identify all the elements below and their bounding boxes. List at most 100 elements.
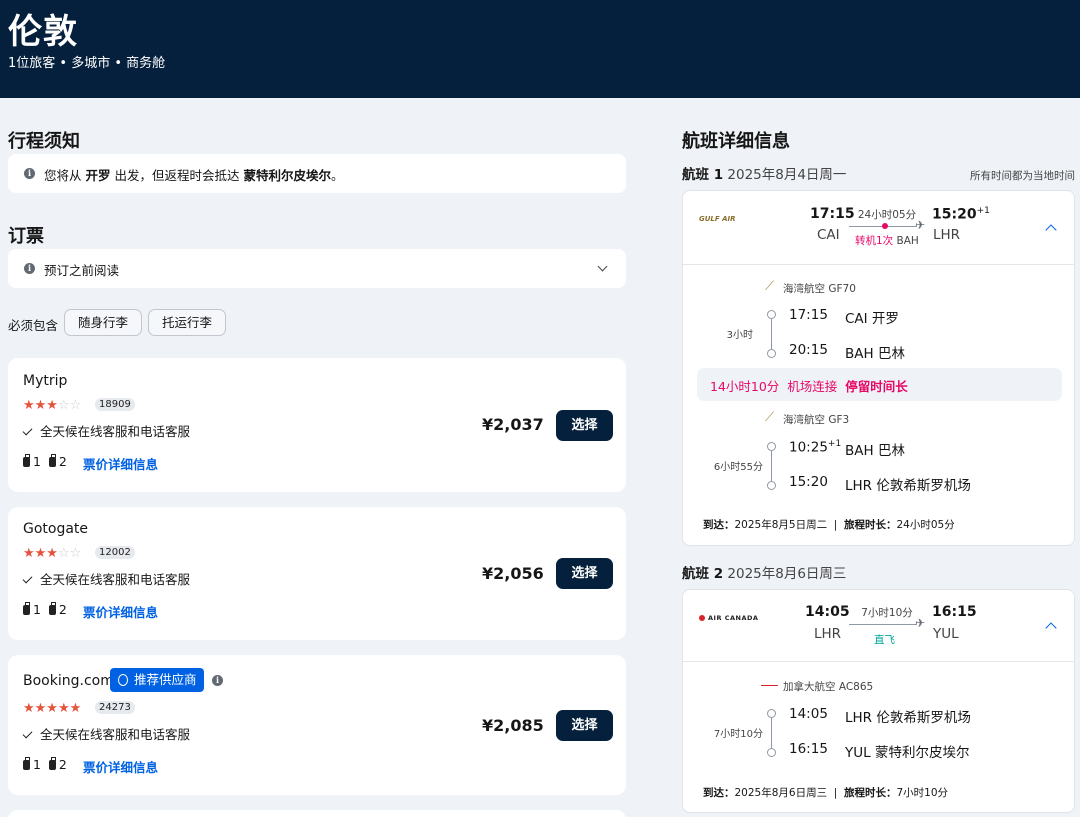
- notice-destination: 蒙特利尔皮埃尔: [243, 168, 331, 183]
- flight-1-title: 航班 1 2025年8月4日周一: [682, 167, 847, 183]
- info-icon: i: [24, 263, 35, 274]
- provider-name: Gotogate: [23, 521, 89, 537]
- gulf-air-icon: ⟋: [765, 410, 775, 425]
- segment-airline: 海湾航空 GF3: [783, 414, 850, 426]
- info-icon[interactable]: i: [212, 675, 223, 686]
- segment-arr-place: YUL 蒙特利尔皮埃尔: [845, 745, 970, 761]
- chevron-down-icon: [597, 261, 608, 272]
- segment-airline: 加拿大航空 AC865: [783, 681, 874, 693]
- check-icon: [22, 425, 33, 436]
- flight-2-title: 航班 2 2025年8月6日周三: [682, 566, 847, 582]
- destination-title: 伦敦: [8, 12, 78, 52]
- notice-suffix: 。: [330, 168, 344, 183]
- notice-origin: 开罗: [85, 168, 111, 183]
- timeline-dot: [767, 349, 776, 358]
- stops-info: 转机1次 BAH: [855, 235, 919, 247]
- provider-name: Booking.com: [23, 673, 114, 689]
- read-before-label: 预订之前阅读: [44, 263, 120, 278]
- select-button[interactable]: 选择: [556, 410, 613, 441]
- fare-details-link[interactable]: 票价详细信息: [83, 602, 158, 621]
- bag-allowance: 1 2: [23, 454, 67, 469]
- local-time-note: 所有时间都为当地时间: [970, 170, 1075, 182]
- fare-details-link[interactable]: 票价详细信息: [83, 454, 158, 473]
- arrival-summary: 到达：2025年8月5日周二 | 旅程时长：24小时05分: [703, 519, 955, 531]
- timeline-line: [771, 718, 772, 748]
- flight-1-summary[interactable]: GULF AIR 17:15 CAI 24小时05分 ✈ 转机1次 BAH 15…: [683, 191, 1074, 265]
- flight-2-summary[interactable]: AIR CANADA 14:05 LHR 7小时10分 ✈ 直飞 16:15 Y…: [683, 590, 1074, 662]
- route-line: [849, 624, 917, 625]
- carry-on-bag-icon: [23, 757, 30, 770]
- depart-time: 14:05: [805, 604, 850, 620]
- segment-arr-place: BAH 巴林: [845, 346, 905, 362]
- segment-dep-place: BAH 巴林: [845, 443, 905, 459]
- timeline-line: [771, 319, 772, 349]
- segment-dep-time: 17:15: [789, 307, 828, 323]
- checked-bag-icon: [48, 602, 56, 615]
- timeline-dot: [767, 310, 776, 319]
- flight-1-card: GULF AIR 17:15 CAI 24小时05分 ✈ 转机1次 BAH 15…: [682, 190, 1075, 546]
- bag-allowance: 1 2: [23, 757, 67, 772]
- plane-icon: ✈: [915, 616, 926, 630]
- stop-dot: [882, 223, 888, 229]
- chevron-up-icon[interactable]: [1045, 622, 1057, 634]
- segment-arr-time: 15:20: [789, 474, 828, 490]
- arrive-code: LHR: [933, 227, 961, 243]
- review-count: 18909: [95, 398, 135, 411]
- segment-airline: 海湾航空 GF70: [783, 283, 856, 295]
- checked-bag-icon: [48, 454, 56, 467]
- flight-duration: 24小时05分: [857, 209, 917, 221]
- check-icon: [22, 728, 33, 739]
- flight-details-heading: 航班详细信息: [682, 131, 790, 152]
- arrive-time: 16:15: [932, 604, 977, 620]
- arrive-time: 15:20+1: [932, 206, 990, 223]
- rating-stars: ★★★☆☆: [23, 546, 82, 561]
- segment-arr-time: 16:15: [789, 741, 828, 757]
- read-before-booking-dropdown[interactable]: i 预订之前阅读: [8, 249, 626, 288]
- plane-icon: ✈: [915, 218, 926, 232]
- timeline-dot: [767, 481, 776, 490]
- gulf-air-logo: GULF AIR: [699, 215, 736, 223]
- stops-info: 直飞: [874, 634, 895, 646]
- segment-dep-place: CAI 开罗: [845, 311, 899, 327]
- offer-price: ¥2,085: [482, 716, 544, 735]
- flight-2-card: AIR CANADA 14:05 LHR 7小时10分 ✈ 直飞 16:15 Y…: [682, 589, 1075, 813]
- segment-duration: 6小时55分: [713, 462, 763, 473]
- rating-stars: ★★★★★: [23, 701, 82, 716]
- filter-checked-bag[interactable]: 托运行李: [148, 309, 226, 336]
- checked-bag-icon: [48, 757, 56, 770]
- service-info: 全天候在线客服和电话客服: [22, 724, 190, 743]
- timeline-dot: [767, 748, 776, 757]
- depart-code: CAI: [817, 227, 840, 243]
- service-info: 全天候在线客服和电话客服: [22, 421, 190, 440]
- segment-duration: 7小时10分: [713, 729, 763, 740]
- must-include-label: 必须包含: [8, 318, 59, 333]
- carry-on-bag-icon: [23, 454, 30, 467]
- trip-notice: i 您将从 开罗 出发，但返程时会抵达 蒙特利尔皮埃尔。: [8, 154, 626, 193]
- rating-stars: ★★★☆☆: [23, 398, 82, 413]
- chevron-up-icon[interactable]: [1045, 224, 1057, 236]
- arrive-code: YUL: [933, 626, 959, 642]
- filter-carry-on[interactable]: 随身行李: [64, 309, 142, 336]
- offer-card: [8, 810, 626, 817]
- info-icon: i: [24, 168, 35, 179]
- depart-code: LHR: [814, 626, 842, 642]
- fare-details-link[interactable]: 票价详细信息: [83, 757, 158, 776]
- segment-dep-time: 10:25+1: [789, 439, 842, 456]
- carry-on-bag-icon: [23, 602, 30, 615]
- review-count: 12002: [95, 546, 135, 559]
- offer-price: ¥2,037: [482, 415, 544, 434]
- select-button[interactable]: 选择: [556, 558, 613, 589]
- select-button[interactable]: 选择: [556, 710, 613, 741]
- offer-card: Gotogate ★★★☆☆ 12002 全天候在线客服和电话客服 1 2 票价…: [8, 507, 626, 640]
- medal-icon: [118, 674, 128, 686]
- trip-notice-heading: 行程须知: [8, 131, 80, 152]
- timeline-dot: [767, 709, 776, 718]
- bag-allowance: 1 2: [23, 602, 67, 617]
- layover-info: 14小时10分 机场连接 停留时间长: [697, 368, 1062, 401]
- depart-time: 17:15: [810, 206, 855, 222]
- gulf-air-icon: ⟋: [765, 279, 775, 294]
- arrival-summary: 到达：2025年8月6日周三 | 旅程时长：7小时10分: [703, 787, 949, 799]
- timeline-dot: [767, 442, 776, 451]
- review-count: 24273: [95, 701, 135, 714]
- offer-card: Booking.com 推荐供应商 i ★★★★★ 24273 全天候在线客服和…: [8, 655, 626, 795]
